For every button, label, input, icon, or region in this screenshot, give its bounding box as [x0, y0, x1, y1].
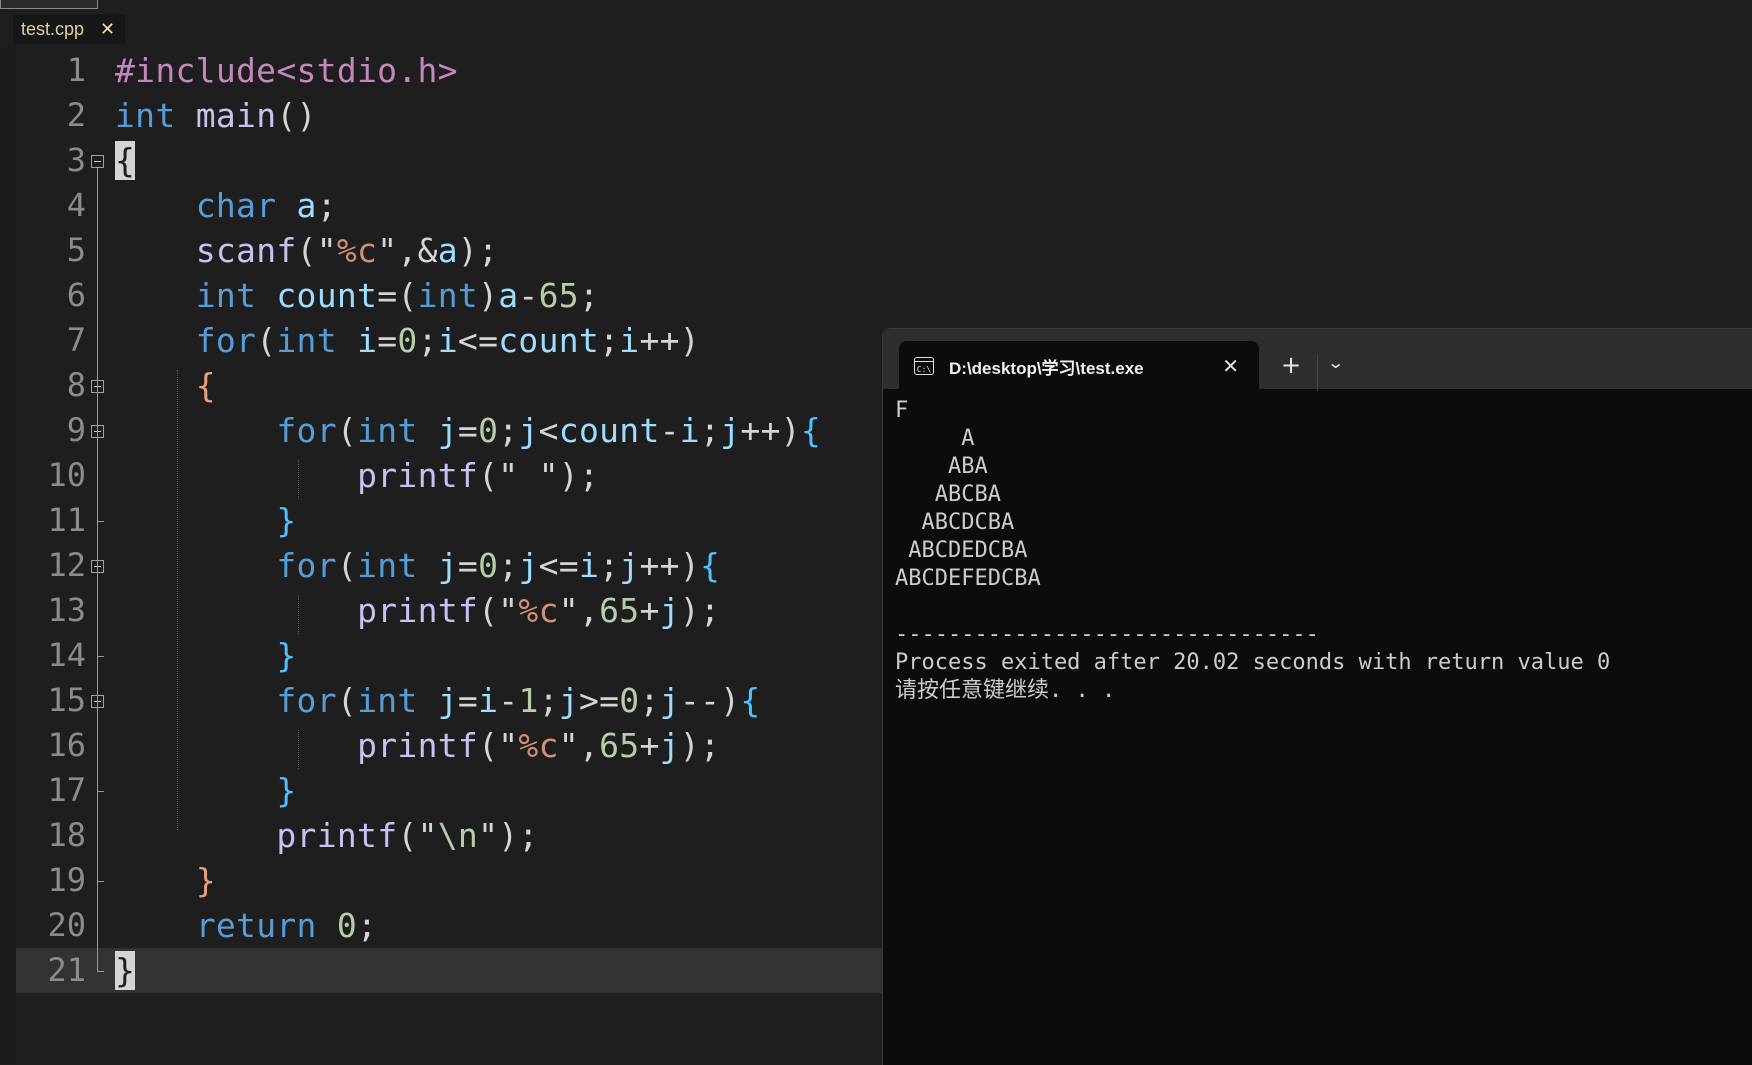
line-number: 12	[47, 546, 86, 584]
code-line[interactable]: 1 #include<stdio.h>	[16, 48, 1752, 93]
line-number: 17	[47, 771, 86, 809]
code-text: char a;	[195, 186, 337, 225]
terminal-output-line: Process exited after 20.02 seconds with …	[895, 650, 1611, 675]
line-number: 1	[66, 51, 86, 89]
line-number: 21	[47, 951, 86, 989]
line-number: 18	[47, 816, 86, 854]
code-text: #include<stdio.h>	[115, 51, 458, 90]
indent-guide	[298, 595, 299, 634]
fold-toggle-icon[interactable]	[91, 155, 104, 168]
code-text: printf("%c",65+j);	[357, 726, 721, 765]
close-icon[interactable]: ✕	[1222, 354, 1239, 378]
close-tab-icon[interactable]: ✕	[100, 19, 115, 40]
code-text: {	[195, 366, 216, 405]
line-number: 4	[66, 186, 86, 224]
line-number: 6	[66, 276, 86, 314]
terminal-tab[interactable]: C:\ D:\desktop\学习\test.exe ✕	[899, 341, 1259, 391]
code-text: return 0;	[195, 906, 378, 945]
tab-separator	[1317, 355, 1318, 391]
code-text: scanf("%c",&a);	[195, 231, 499, 270]
fold-end-marker	[97, 521, 104, 522]
code-text: printf("\n");	[276, 816, 539, 855]
terminal-tab-strip: C:\ D:\desktop\学习\test.exe ✕ + ⌄	[883, 329, 1752, 391]
code-text: printf(" ");	[357, 456, 600, 495]
fold-region-line	[97, 168, 98, 971]
code-text: }	[276, 501, 297, 540]
code-text: for(int j=0;j<count-i;j++){	[276, 411, 821, 450]
editor-left-rail	[0, 48, 16, 1064]
line-number: 19	[47, 861, 86, 899]
indent-guide	[298, 460, 299, 499]
code-line[interactable]: 6 int count=(int)a-65;	[16, 273, 1752, 318]
chevron-down-icon[interactable]: ⌄	[1327, 353, 1344, 372]
window-controls-fragment	[0, 0, 98, 9]
window-title-strip	[0, 0, 1752, 14]
code-text: int main()	[115, 96, 317, 135]
code-text: int count=(int)a-65;	[195, 276, 600, 315]
code-text: }	[195, 861, 216, 900]
code-line[interactable]: 5 scanf("%c",&a);	[16, 228, 1752, 273]
terminal-window: C:\ D:\desktop\学习\test.exe ✕ + ⌄ F A ABA…	[882, 328, 1752, 1065]
indent-guide	[177, 370, 178, 830]
code-line[interactable]: 3{	[16, 138, 1752, 183]
terminal-output-line: ABA	[895, 454, 988, 479]
line-number: 7	[66, 321, 86, 359]
cmd-icon-text: C:\	[916, 365, 932, 374]
terminal-output-line: ABCDCBA	[895, 510, 1015, 535]
terminal-output-line: 请按任意键继续. . .	[895, 678, 1116, 703]
terminal-tab-title: D:\desktop\学习\test.exe	[949, 358, 1144, 378]
line-number: 2	[66, 96, 86, 134]
new-tab-button[interactable]: +	[1281, 351, 1301, 379]
code-text: }	[276, 636, 297, 675]
terminal-output[interactable]: F A ABA ABCBA ABCDCBA ABCDEDCBA ABCDEFEDC…	[895, 397, 1610, 705]
code-text: }	[115, 948, 136, 993]
line-number: 9	[66, 411, 86, 449]
code-text: printf("%c",65+j);	[357, 591, 721, 630]
fold-end-marker	[97, 971, 104, 972]
code-text: }	[276, 771, 297, 810]
code-text: for(int j=0;j<=i;j++){	[276, 546, 721, 585]
file-tab-test-cpp[interactable]: test.cpp ✕	[13, 14, 125, 44]
line-number: 14	[47, 636, 86, 674]
terminal-output-line: F	[895, 398, 909, 423]
code-text: for(int i=0;i<=count;i++)	[195, 321, 700, 360]
line-number: 8	[66, 366, 86, 404]
editor-tab-bar: test.cpp ✕	[0, 14, 1752, 48]
line-number: 20	[47, 906, 86, 944]
matched-brace: }	[115, 951, 136, 990]
line-number: 10	[47, 456, 86, 494]
terminal-output-line: ABCBA	[895, 482, 1001, 507]
cmd-icon: C:\	[914, 357, 934, 375]
fold-end-marker	[97, 881, 104, 882]
terminal-output-line: A	[895, 426, 975, 451]
terminal-output-line: ABCDEFEDCBA	[895, 566, 1041, 591]
line-number: 16	[47, 726, 86, 764]
terminal-output-line: --------------------------------	[895, 622, 1319, 647]
line-number: 11	[47, 501, 86, 539]
line-number: 15	[47, 681, 86, 719]
fold-end-marker	[97, 656, 104, 657]
matched-brace: {	[115, 141, 136, 180]
code-text: for(int j=i-1;j>=0;j--){	[276, 681, 761, 720]
terminal-output-line: ABCDEDCBA	[895, 538, 1028, 563]
code-text: {	[115, 138, 136, 183]
code-line[interactable]: 4 char a;	[16, 183, 1752, 228]
code-line[interactable]: 2 int main()	[16, 93, 1752, 138]
file-tab-label: test.cpp	[21, 18, 85, 39]
line-number: 5	[66, 231, 86, 269]
line-number: 13	[47, 591, 86, 629]
indent-guide	[298, 730, 299, 769]
fold-end-marker	[97, 791, 104, 792]
line-number: 3	[66, 141, 86, 179]
